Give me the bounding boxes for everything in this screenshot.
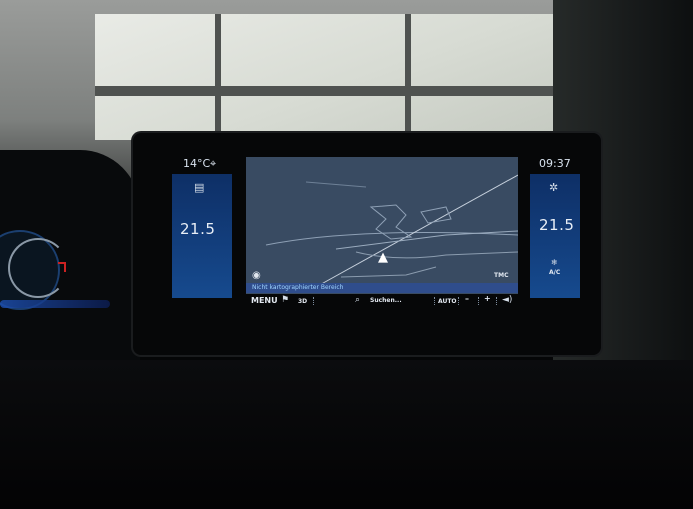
toolbar-divider: [478, 297, 479, 305]
ambient-light: [0, 300, 110, 308]
zoom-auto-button[interactable]: AUTO: [438, 298, 457, 305]
compass-icon[interactable]: ◉: [252, 271, 261, 281]
search-button[interactable]: Suchen...: [370, 297, 402, 304]
clock: 09:37: [539, 157, 571, 170]
rear-defrost-icon[interactable]: ▤: [194, 182, 204, 193]
passenger-temperature[interactable]: 21.5: [539, 216, 574, 234]
climate-panel-passenger: ✲ 21.5 ❄ A/C: [530, 174, 580, 298]
map-status-bar: Nicht kartographierter Bereich TMC: [246, 272, 518, 293]
search-icon[interactable]: ⌕: [355, 296, 360, 305]
ac-icon[interactable]: ❄: [551, 259, 558, 267]
toolbar-divider: [313, 297, 314, 305]
vehicle-position-icon: ▲: [378, 250, 388, 265]
climate-panel-driver: ▤ 21.5: [172, 174, 232, 298]
toolbar-divider: [434, 297, 435, 305]
ac-label[interactable]: A/C: [549, 269, 560, 276]
flag-icon[interactable]: ⚑: [281, 296, 289, 305]
volume-icon[interactable]: ◄): [502, 296, 512, 305]
location-pin-icon: ⌖: [210, 157, 217, 170]
driver-temperature[interactable]: 21.5: [180, 220, 215, 238]
navigation-map[interactable]: ▲ ◉: [246, 157, 518, 294]
zoom-out-button[interactable]: –: [465, 294, 469, 303]
fan-icon[interactable]: ✲: [549, 182, 558, 193]
toolbar-divider: [496, 297, 497, 305]
window: [95, 14, 565, 140]
outside-temperature: 14°C: [183, 157, 211, 170]
view-3d-button[interactable]: 3D: [298, 298, 307, 305]
menu-button[interactable]: MENU: [251, 296, 278, 305]
map-status-text: Nicht kartographierter Bereich: [252, 284, 344, 291]
nav-toolbar: MENU ⚑ 3D ⌕ Suchen... AUTO – + ◄): [251, 294, 531, 308]
toolbar-divider: [458, 297, 459, 305]
gauge-redline: [58, 262, 66, 272]
infotainment-screen: 14°C ⌖ ▤ 21.5 ▲ ◉ Nicht kartographierter…: [163, 150, 583, 316]
map-roads: [265, 174, 518, 288]
zoom-in-button[interactable]: +: [484, 294, 491, 303]
tmc-traffic-label: TMC: [494, 272, 509, 279]
dashboard-lower: [0, 360, 693, 509]
